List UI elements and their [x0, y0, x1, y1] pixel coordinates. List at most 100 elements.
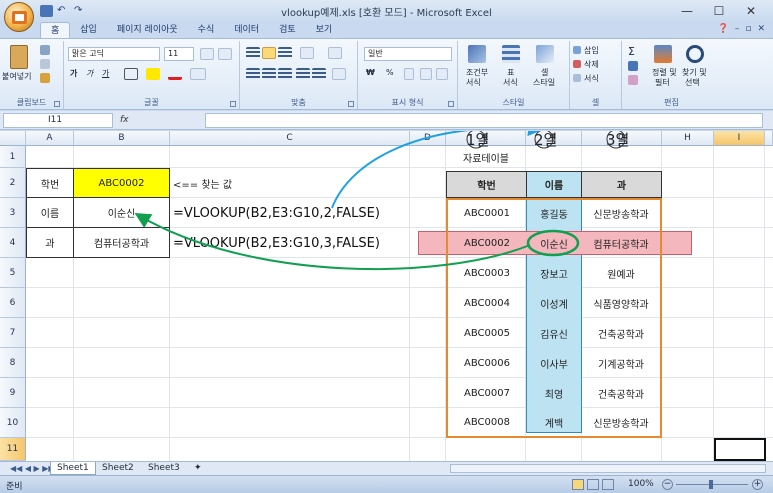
align-bottom-icon[interactable] [278, 47, 292, 59]
tab-page-layout[interactable]: 페이지 레이아웃 [107, 22, 188, 38]
fill-icon[interactable] [628, 61, 638, 71]
orientation-icon[interactable] [300, 47, 314, 59]
editing-group: Σ 정렬 및 필터 찾기 및 선택 편집 [622, 41, 773, 109]
insert-sheet-icon[interactable]: ✦ [188, 462, 208, 475]
alignment-launcher-icon[interactable] [348, 101, 354, 107]
currency-button[interactable]: ₩ [366, 68, 375, 77]
status-bar: 준비 100% − + [0, 475, 773, 493]
increase-decimal-icon[interactable] [420, 68, 432, 80]
clear-icon[interactable] [628, 75, 638, 85]
sort-filter-button-2[interactable]: 필터 [655, 77, 670, 88]
number-label: 표시 형식 [391, 98, 424, 107]
grow-font-icon[interactable] [200, 48, 214, 60]
normal-view-icon[interactable] [572, 479, 584, 490]
sheet-tab-2[interactable]: Sheet2 [96, 462, 140, 475]
border-icon[interactable] [124, 68, 138, 80]
align-left-icon[interactable] [246, 68, 260, 80]
zoom-level[interactable]: 100% [628, 479, 654, 489]
increase-indent-icon[interactable] [312, 68, 326, 80]
paste-icon[interactable] [10, 45, 28, 69]
arrow-col-index [331, 131, 544, 209]
decrease-decimal-icon[interactable] [436, 68, 448, 80]
formula-bar: I11 fx [0, 111, 773, 130]
title-bar: ↶ ↷ vlookup예제.xls [호환 모드] - Microsoft Ex… [0, 0, 773, 32]
clipboard-group: 붙여넣기 클립보드 [0, 41, 64, 109]
conditional-format-icon[interactable] [468, 45, 486, 63]
comma-icon[interactable] [404, 68, 414, 80]
delete-cells-button[interactable]: 삭제 [584, 59, 599, 70]
format-icon [573, 74, 581, 82]
find-select-icon[interactable] [686, 45, 704, 63]
worksheet-grid[interactable]: A B C D E F G H I 1 2 3 4 5 6 7 8 9 10 1… [0, 131, 773, 461]
wrap-text-icon[interactable] [328, 47, 342, 59]
ribbon-minimize-icon[interactable]: – [735, 24, 740, 34]
bold-button[interactable]: 가 [70, 68, 77, 79]
copy-icon[interactable] [40, 59, 50, 69]
office-button[interactable] [4, 2, 34, 32]
conditional-format-button-2[interactable]: 서식 [466, 77, 481, 88]
merge-icon[interactable] [332, 68, 346, 80]
status-text: 준비 [6, 482, 23, 492]
horizontal-scrollbar[interactable] [450, 464, 766, 473]
annotation-overlay [134, 131, 626, 271]
font-launcher-icon[interactable] [230, 101, 236, 107]
align-center-icon[interactable] [262, 68, 276, 80]
table-format-button-2[interactable]: 서식 [503, 77, 518, 88]
help-icon[interactable]: ❓ [718, 24, 729, 34]
name-box[interactable]: I11 [3, 113, 113, 128]
minimize-button[interactable]: — [671, 2, 703, 20]
font-name-select[interactable]: 맑은 고딕 [68, 47, 160, 61]
percent-button[interactable]: % [386, 68, 394, 77]
formula-input[interactable] [205, 113, 763, 128]
font-label: 글꼴 [144, 98, 159, 107]
tab-home[interactable]: 홈 [40, 22, 71, 38]
tab-formulas[interactable]: 수식 [188, 22, 225, 38]
page-layout-view-icon[interactable] [587, 479, 599, 490]
sheet-tab-1[interactable]: Sheet1 [50, 462, 96, 475]
font-size-select[interactable]: 11 [164, 47, 194, 61]
zoom-out-icon[interactable]: − [662, 479, 673, 490]
sheet-tab-3[interactable]: Sheet3 [142, 462, 186, 475]
decrease-indent-icon[interactable] [296, 68, 310, 80]
column-label-3-circle [606, 131, 626, 149]
table-format-icon[interactable] [502, 45, 520, 63]
underline-button[interactable]: 가 [102, 68, 109, 79]
number-group: 일반 ₩ % 표시 형식 [358, 41, 458, 109]
insert-cells-button[interactable]: 삽입 [584, 45, 599, 56]
editing-label: 편집 [664, 98, 679, 107]
cell-style-button-2[interactable]: 스타일 [533, 77, 555, 88]
align-top-icon[interactable] [246, 47, 260, 59]
zoom-slider-thumb[interactable] [709, 480, 713, 489]
cut-icon[interactable] [40, 45, 50, 55]
number-launcher-icon[interactable] [448, 101, 454, 107]
tab-data[interactable]: 데이터 [224, 22, 269, 38]
tab-view[interactable]: 보기 [306, 22, 343, 38]
autosum-button[interactable]: Σ [628, 45, 635, 58]
phonetic-icon[interactable] [190, 68, 206, 80]
fill-color-icon[interactable] [146, 68, 160, 80]
align-right-icon[interactable] [278, 68, 292, 80]
close-button[interactable]: ✕ [735, 2, 767, 20]
font-color-icon[interactable] [168, 68, 182, 80]
shrink-font-icon[interactable] [218, 48, 232, 60]
zoom-in-icon[interactable]: + [752, 479, 763, 490]
clipboard-launcher-icon[interactable] [54, 101, 60, 107]
fx-icon[interactable]: fx [120, 113, 202, 128]
tab-insert[interactable]: 삽입 [70, 22, 107, 38]
italic-button[interactable]: 가 [86, 68, 93, 79]
align-middle-icon[interactable] [262, 47, 276, 59]
ribbon-restore-icon[interactable]: ▫ [745, 24, 751, 34]
alignment-group: 맞춤 [240, 41, 358, 109]
font-group: 맑은 고딕 11 가 가 가 글꼴 [64, 41, 240, 109]
number-format-select[interactable]: 일반 [364, 47, 452, 61]
maximize-button[interactable]: ☐ [703, 2, 735, 20]
cell-style-icon[interactable] [536, 45, 554, 63]
format-painter-icon[interactable] [40, 73, 50, 83]
paste-button[interactable]: 붙여넣기 [2, 71, 31, 82]
find-select-button-2[interactable]: 선택 [685, 77, 700, 88]
ribbon-close-icon[interactable]: ✕ [757, 24, 765, 34]
tab-review[interactable]: 검토 [269, 22, 306, 38]
page-break-view-icon[interactable] [602, 479, 614, 490]
sort-filter-icon[interactable] [654, 45, 672, 63]
format-cells-button[interactable]: 서식 [584, 73, 599, 84]
